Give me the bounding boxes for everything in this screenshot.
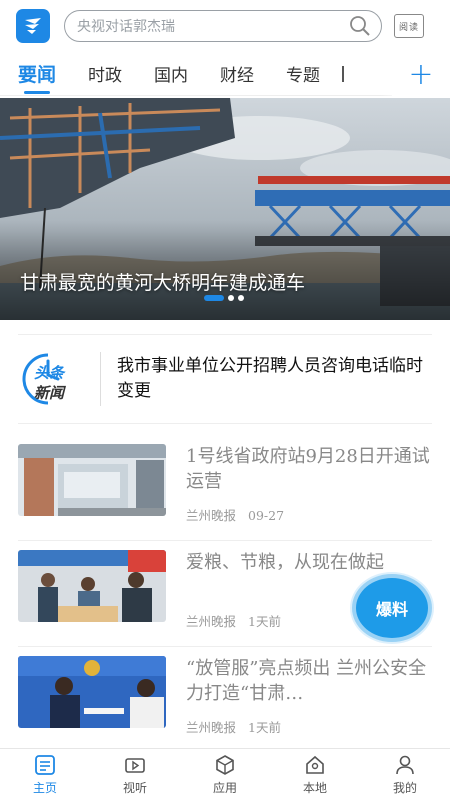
nav-item-video[interactable]: 视听 [90, 749, 180, 800]
report-news-button[interactable]: 爆料 [356, 578, 428, 638]
apps-icon [216, 754, 234, 775]
news-time: 09-27 [248, 508, 285, 523]
search-placeholder: 央视对话郭杰瑞 [77, 19, 175, 35]
add-channel-button[interactable]: + [392, 52, 450, 96]
news-meta: 兰州晚报 09-27 [186, 505, 284, 524]
banner-caption[interactable]: 甘肃最宽的黄河大桥明年建成通车 [20, 268, 305, 295]
reader-icon[interactable]: 阅读 [394, 14, 424, 38]
tab-politics[interactable]: 时政 [88, 52, 122, 96]
tab-finance[interactable]: 财经 [220, 52, 254, 96]
news-time: 1天前 [248, 614, 281, 629]
profile-icon [396, 755, 414, 774]
tab-overflow [342, 65, 345, 82]
app-logo-icon[interactable] [16, 9, 50, 43]
list-divider [18, 540, 432, 541]
list-divider [18, 646, 432, 647]
search-icon[interactable] [349, 15, 371, 37]
news-title[interactable]: 爱粮、节粮，从现在做起 [186, 550, 432, 575]
carousel-dot [238, 295, 244, 301]
news-time: 1天前 [248, 720, 281, 735]
banner-carousel[interactable]: 甘肃最宽的黄河大桥明年建成通车 [0, 98, 450, 320]
news-thumbnail [18, 444, 166, 516]
news-meta: 兰州晚报 1天前 [186, 717, 281, 736]
nav-label: 我的 [392, 780, 417, 795]
nav-label: 主页 [32, 780, 57, 795]
news-meta: 兰州晚报 1天前 [186, 611, 281, 630]
tab-special[interactable]: 专题 [286, 52, 320, 96]
tab-headlines[interactable]: 要闻 [18, 52, 56, 96]
search-input[interactable]: 央视对话郭杰瑞 [64, 10, 382, 42]
headline-divider [100, 352, 101, 406]
home-icon [35, 754, 55, 775]
headline-news[interactable]: 头条 新闻 我市事业单位公开招聘人员咨询电话临时变更 [18, 334, 432, 424]
channel-tabs: 要闻 时政 国内 财经 专题 + [0, 52, 450, 96]
reader-icon-label: 阅读 [398, 22, 419, 33]
carousel-indicator [204, 295, 244, 301]
nav-item-home[interactable]: 主页 [0, 749, 90, 800]
news-title[interactable]: 1号线省政府站9月28日开通试运营 [186, 444, 432, 494]
bottom-navigation: 主页 视听 应用 本地 我的 [0, 748, 450, 800]
headline-logo-text-1: 头条 [34, 364, 66, 382]
nav-label: 应用 [212, 780, 237, 795]
nav-item-apps[interactable]: 应用 [180, 749, 270, 800]
news-source: 兰州晚报 [186, 508, 237, 523]
news-item[interactable]: “放管服”亮点频出 兰州公安全力打造“甘肃… 兰州晚报 1天前 [18, 656, 432, 748]
nav-item-local[interactable]: 本地 [270, 749, 360, 800]
news-thumbnail [18, 656, 166, 728]
carousel-dot [228, 295, 234, 301]
nav-label: 本地 [302, 780, 327, 795]
tab-domestic[interactable]: 国内 [154, 52, 188, 96]
plus-icon: + [408, 56, 434, 92]
local-icon [306, 755, 324, 774]
headline-logo-icon: 头条 新闻 [18, 349, 96, 409]
news-source: 兰州晚报 [186, 720, 237, 735]
news-body: “放管服”亮点频出 兰州公安全力打造“甘肃… 兰州晚报 1天前 [186, 656, 432, 748]
headline-logo-text-2: 新闻 [34, 384, 67, 402]
news-item[interactable]: 1号线省政府站9月28日开通试运营 兰州晚报 09-27 [18, 444, 432, 536]
carousel-dot-active [204, 295, 224, 301]
news-body: 1号线省政府站9月28日开通试运营 兰州晚报 09-27 [186, 444, 432, 536]
headline-text[interactable]: 我市事业单位公开招聘人员咨询电话临时变更 [117, 354, 432, 404]
video-icon [125, 757, 145, 773]
news-source: 兰州晚报 [186, 614, 237, 629]
top-bar: 央视对话郭杰瑞 阅读 [0, 0, 450, 52]
nav-label: 视听 [122, 780, 147, 795]
nav-item-profile[interactable]: 我的 [360, 749, 450, 800]
news-thumbnail [18, 550, 166, 622]
news-title[interactable]: “放管服”亮点频出 兰州公安全力打造“甘肃… [186, 656, 432, 706]
